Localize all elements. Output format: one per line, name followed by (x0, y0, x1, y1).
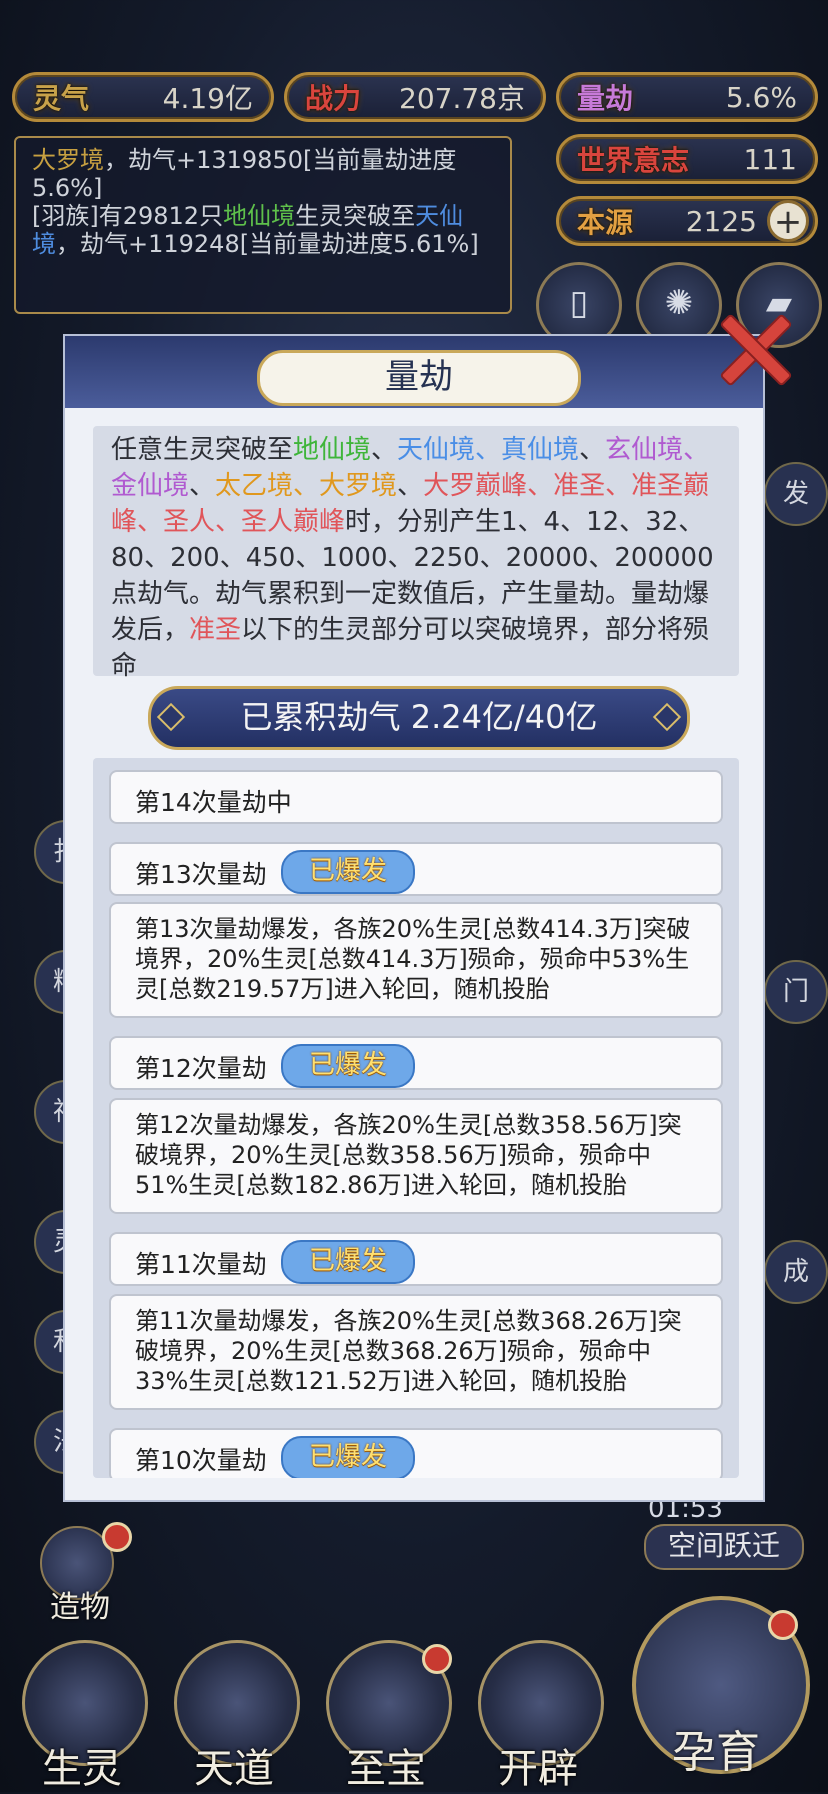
stat-zhanli-label: 战力 (305, 82, 362, 115)
list-item: 第13次量劫 已爆发 (109, 842, 723, 896)
side-right-cheng[interactable]: 成 (764, 1240, 828, 1304)
liangjie-description: 任意生灵突破至地仙境、天仙境、真仙境、玄仙境、金仙境、太乙境、大罗境、大罗巅峰、… (93, 426, 739, 681)
entry-title: 第13次量劫 (135, 860, 267, 889)
entry-detail: 第12次量劫爆发，各族20%生灵[总数358.56万]突破境界，20%生灵[总数… (109, 1098, 723, 1214)
stat-zhanli: 战力 207.78京 (284, 72, 546, 122)
stat-lingqi-label: 灵气 (33, 82, 90, 115)
stat-benyuan-label: 本源 (577, 206, 634, 239)
card-icon: ▯ (569, 283, 589, 323)
entry-title: 第10次量劫 (135, 1446, 267, 1475)
desc-realm: 天仙境、真仙境 (397, 435, 580, 465)
event-log: 大罗境，劫气+1319850[当前量劫进度5.6%] [羽族]有29812只地仙… (14, 136, 512, 314)
status-badge: 已爆发 (281, 1240, 415, 1284)
side-right-men-label: 门 (782, 977, 809, 1007)
side-right-men[interactable]: 门 (764, 960, 828, 1024)
stat-zhanli-value: 207.78京 (399, 82, 525, 115)
desc-text: 、 (397, 471, 424, 501)
close-icon[interactable] (714, 308, 790, 384)
accumulated-text: 已累积劫气 2.24亿/40亿 (240, 698, 598, 736)
list-item: 第12次量劫 已爆发 (109, 1036, 723, 1090)
status-badge: 已爆发 (281, 850, 415, 894)
status-badge: 已爆发 (281, 1436, 415, 1478)
desc-text: 、 (579, 435, 606, 465)
add-benyuan-button[interactable]: + (767, 200, 809, 242)
entry-detail: 第11次量劫爆发，各族20%生灵[总数368.26万]突破境界，20%生灵[总数… (109, 1294, 723, 1410)
list-item: 第14次量劫中 (109, 770, 723, 824)
status-badge: 已爆发 (281, 1044, 415, 1088)
space-jump-button[interactable]: 空间跃迁 (644, 1524, 804, 1570)
diamond-icon (652, 702, 682, 732)
list-item: 第10次量劫 已爆发 (109, 1428, 723, 1478)
zaowu-button[interactable]: 造物 (30, 1522, 132, 1626)
modal-header: 量劫 (65, 336, 763, 408)
log-text: ，劫气+119248[当前量劫进度5.61%] (56, 230, 479, 258)
log-realm: 地仙境 (223, 202, 296, 230)
stat-liangjie[interactable]: 量劫 5.6% (556, 72, 818, 122)
side-right-fa[interactable]: 发 (764, 462, 828, 526)
log-line-1: 大罗境，劫气+1319850[当前量劫进度5.6%] (32, 146, 494, 202)
log-text: [羽族]有29812只 (32, 202, 224, 230)
liangjie-history-list[interactable]: 第14次量劫中 第13次量劫 已爆发 第13次量劫爆发，各族20%生灵[总数41… (93, 758, 739, 1478)
liangjie-modal: 量劫 任意生灵突破至地仙境、天仙境、真仙境、玄仙境、金仙境、太乙境、大罗境、大罗… (63, 334, 765, 1502)
stat-liangjie-value: 5.6% (725, 80, 797, 114)
list-item: 第11次量劫 已爆发 (109, 1232, 723, 1286)
desc-realm: 准圣 (189, 615, 242, 645)
log-realm: 大罗境 (32, 146, 104, 174)
modal-title: 量劫 (257, 350, 581, 406)
nav-tiandao[interactable]: 天道 (166, 1640, 302, 1792)
nav-tiandao-label: 天道 (194, 1746, 274, 1792)
nav-zhibao[interactable]: 至宝 (318, 1640, 454, 1792)
yunyu-notification-dot (768, 1610, 798, 1640)
stat-liangjie-label: 量劫 (577, 82, 634, 115)
nav-shengling[interactable]: 生灵 (14, 1640, 150, 1792)
accumulated-banner: 已累积劫气 2.24亿/40亿 (148, 686, 690, 750)
entry-detail: 第13次量劫爆发，各族20%生灵[总数414.3万]突破境界，20%生灵[总数4… (109, 902, 723, 1018)
stat-shijie-label: 世界意志 (577, 144, 690, 177)
swirl-icon: ✺ (664, 283, 694, 323)
stat-shijie-value: 111 (743, 142, 797, 176)
diamond-icon (156, 702, 186, 732)
nav-kaipi[interactable]: 开辟 (470, 1640, 606, 1792)
desc-text: 、 (189, 471, 216, 501)
stat-benyuan-value: 2125 (685, 204, 757, 238)
log-line-2: [羽族]有29812只地仙境生灵突破至天仙境，劫气+119248[当前量劫进度5… (32, 202, 494, 258)
desc-realm: 地仙境 (293, 435, 372, 465)
nav-zhibao-label: 至宝 (346, 1746, 426, 1792)
zaowu-notification-dot (102, 1522, 132, 1552)
nav-kaipi-label: 开辟 (498, 1746, 578, 1792)
nav-yunyu[interactable]: 孕育 (628, 1596, 816, 1786)
entry-title: 第11次量劫 (135, 1250, 267, 1279)
log-text: 生灵突破至 (295, 202, 416, 230)
desc-text: 、 (371, 435, 398, 465)
nav-yunyu-label: 孕育 (672, 1727, 760, 1778)
side-right-cheng-label: 成 (782, 1257, 809, 1287)
zaowu-label: 造物 (50, 1590, 110, 1625)
stat-lingqi: 灵气 4.19亿 (12, 72, 274, 122)
stat-shijie: 世界意志 111 (556, 134, 818, 184)
nav-shengling-label: 生灵 (42, 1746, 122, 1792)
desc-realm: 太乙境、大罗境 (215, 471, 398, 501)
side-right-fa-label: 发 (782, 479, 809, 509)
stat-benyuan: 本源 2125 + (556, 196, 818, 246)
zhibao-notification-dot (422, 1644, 452, 1674)
stat-lingqi-value: 4.19亿 (162, 82, 253, 115)
entry-title: 第12次量劫 (135, 1054, 267, 1083)
entry-title: 第14次量劫中 (135, 788, 292, 817)
desc-text: 任意生灵突破至 (111, 435, 294, 465)
